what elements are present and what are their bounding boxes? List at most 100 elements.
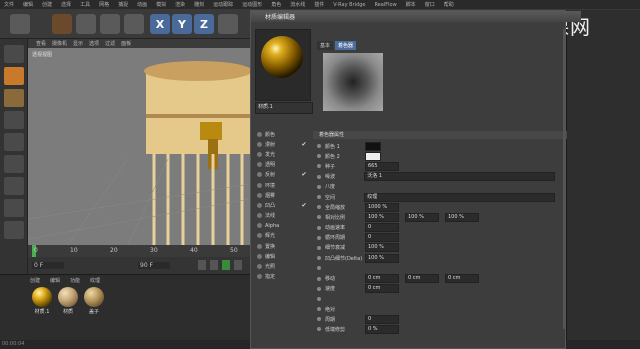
menu-item[interactable]: 流水线 (290, 1, 305, 8)
material-swatch[interactable]: 材质 (56, 287, 80, 317)
property-value-field[interactable]: 0 cm (365, 274, 399, 284)
axis-x-button[interactable]: X (150, 14, 170, 34)
channel-row[interactable]: 环境 (255, 180, 309, 190)
menu-item[interactable]: 窗口 (425, 1, 435, 8)
menu-item[interactable]: 雕刻 (194, 1, 204, 8)
property-value-field[interactable]: 1000 % (365, 202, 399, 212)
tab-shader[interactable]: 着色器 (335, 41, 357, 50)
channel-row[interactable]: 漫射 ✔ (255, 139, 309, 149)
channel-row[interactable]: 反射 ✔ (255, 170, 309, 180)
rotate-tool-icon[interactable] (124, 14, 144, 34)
menu-item[interactable]: 插件 (314, 1, 324, 8)
channel-row[interactable]: Alpha (255, 221, 309, 231)
menu-item[interactable]: 运动跟踪 (213, 1, 233, 8)
points-mode-icon[interactable] (4, 111, 24, 129)
edges-mode-icon[interactable] (4, 133, 24, 151)
property-value-field[interactable]: 100 % (405, 212, 439, 222)
menu-item[interactable]: 动画 (137, 1, 147, 8)
menu-item[interactable]: V-Ray Bridge (333, 2, 365, 8)
texture-mode-icon[interactable] (4, 67, 24, 85)
coordinate-system-icon[interactable] (218, 14, 238, 34)
property-value-field[interactable]: 0 (365, 314, 399, 324)
end-frame-field[interactable]: 90 F (138, 262, 170, 269)
channel-row[interactable]: 颜色 (255, 129, 309, 139)
channel-row[interactable]: 法线 (255, 211, 309, 221)
mat-menu-create[interactable]: 创建 (30, 277, 40, 284)
menu-item[interactable]: 网格 (99, 1, 109, 8)
channel-row[interactable]: 辉光 (255, 231, 309, 241)
prev-frame-icon[interactable] (198, 260, 206, 270)
mat-menu-edit[interactable]: 编辑 (50, 277, 60, 284)
play-icon[interactable] (222, 260, 230, 270)
move-tool-icon[interactable] (76, 14, 96, 34)
menu-item[interactable]: 渲染 (175, 1, 185, 8)
property-value-field[interactable]: 纹理 (364, 192, 555, 202)
stool-model (28, 61, 250, 245)
property-value-field[interactable]: 0 cm (405, 274, 439, 284)
property-value-field[interactable]: 665 (365, 161, 399, 171)
menu-item[interactable]: 捕捉 (118, 1, 128, 8)
property-value-field[interactable]: 100 % (445, 212, 479, 222)
material-name-field[interactable]: 材质.1 (255, 102, 313, 114)
color-swatch[interactable] (365, 151, 381, 161)
channel-row[interactable]: 编辑 (255, 251, 309, 261)
axis-z-button[interactable]: Z (194, 14, 214, 34)
property-value-field[interactable]: 100 % (365, 243, 399, 253)
menu-item[interactable]: RealFlow (374, 2, 396, 8)
property-value-field[interactable]: 0 % (365, 324, 399, 334)
menu-bar: 文件 编辑 创建 选择 工具 网格 捕捉 动画 模拟 渲染 雕刻 运动跟踪 运动图形 角色 流水线 插件 V-R… (0, 0, 640, 9)
undo-icon[interactable] (10, 14, 30, 34)
property-value-field[interactable]: 100 % (365, 212, 399, 222)
material-swatch[interactable]: 盖子 (82, 287, 106, 317)
back-icon[interactable] (210, 260, 218, 270)
editor-scrollbar[interactable] (563, 29, 566, 329)
material-editor-title[interactable]: 材质编辑器 (251, 11, 581, 22)
timeline[interactable]: 0 10 20 30 40 50 (28, 245, 250, 257)
menu-item[interactable]: 创建 (42, 1, 52, 8)
property-value-field[interactable]: 0 cm (365, 284, 399, 294)
menu-item[interactable]: 帮助 (444, 1, 454, 8)
menu-item[interactable]: 脚本 (406, 1, 416, 8)
forward-icon[interactable] (234, 260, 242, 270)
property-value-field[interactable]: 0 (365, 223, 399, 233)
viewport[interactable]: 查看 摄像机 显示 选项 过滤 面板 透视视图 (28, 39, 250, 245)
workplane-icon[interactable] (4, 89, 24, 107)
material-preview[interactable] (255, 29, 311, 101)
start-frame-field[interactable]: 0 F (32, 262, 64, 269)
channel-row[interactable]: 光照 (255, 261, 309, 271)
color-swatch[interactable] (365, 141, 381, 151)
property-value-field[interactable]: 100 % (365, 253, 399, 263)
channel-row[interactable]: 烟雾 (255, 190, 309, 200)
axis-mode-icon[interactable] (4, 177, 24, 195)
menu-item[interactable]: 文件 (4, 1, 14, 8)
material-swatch[interactable]: 材质.1 (30, 287, 54, 317)
polygons-mode-icon[interactable] (4, 155, 24, 173)
channel-checkbox[interactable]: ✔ (301, 141, 307, 148)
menu-item[interactable]: 编辑 (23, 1, 33, 8)
menu-item[interactable]: 工具 (80, 1, 90, 8)
lock-icon[interactable] (4, 221, 24, 239)
snap-icon[interactable] (4, 199, 24, 217)
property-value-field[interactable]: 0 cm (445, 274, 479, 284)
channel-row[interactable]: 置换 (255, 241, 309, 251)
scale-tool-icon[interactable] (100, 14, 120, 34)
property-value-field[interactable]: 0 (365, 233, 399, 243)
mat-menu-function[interactable]: 功能 (70, 277, 80, 284)
menu-item[interactable]: 角色 (271, 1, 281, 8)
property-dot-icon (317, 144, 321, 149)
channel-row[interactable]: 指定 (255, 272, 309, 282)
channel-checkbox[interactable]: ✔ (301, 202, 307, 209)
select-tool-icon[interactable] (52, 14, 72, 34)
channel-row[interactable]: 凹凸 ✔ (255, 200, 309, 210)
axis-y-button[interactable]: Y (172, 14, 192, 34)
tab-basic[interactable]: 基本 (317, 41, 334, 50)
menu-item[interactable]: 选择 (61, 1, 71, 8)
channel-row[interactable]: 发光 (255, 149, 309, 159)
model-mode-icon[interactable] (4, 45, 24, 63)
menu-item[interactable]: 运动图形 (242, 1, 262, 8)
property-value-field[interactable]: 沃洛 1 (364, 172, 555, 182)
channel-row[interactable]: 透明 (255, 160, 309, 170)
menu-item[interactable]: 模拟 (156, 1, 166, 8)
channel-checkbox[interactable]: ✔ (301, 171, 307, 178)
mat-menu-texture[interactable]: 纹理 (90, 277, 100, 284)
